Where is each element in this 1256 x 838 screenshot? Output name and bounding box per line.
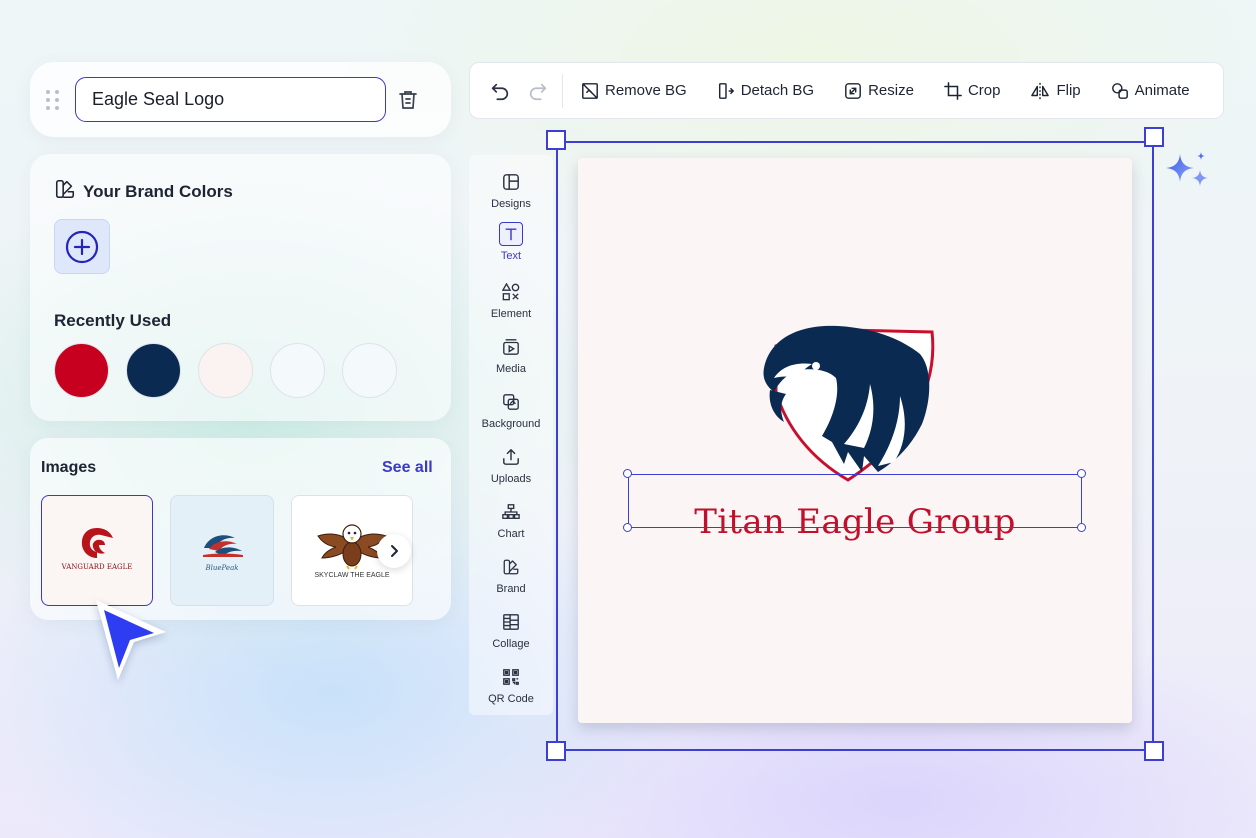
ai-sparkle-icon[interactable]: [1164, 150, 1212, 194]
mouse-cursor-icon: [96, 600, 166, 680]
brand-colors-heading: Your Brand Colors: [54, 178, 233, 205]
rail-item-chart[interactable]: Chart: [469, 500, 553, 540]
animate-button[interactable]: Animate: [1111, 82, 1190, 100]
toolbar-divider: [562, 73, 563, 108]
layout-icon: [499, 170, 523, 194]
image-thumbnail-bluepeak[interactable]: BluePeak: [170, 495, 274, 606]
rail-item-text[interactable]: Text: [469, 222, 553, 262]
undo-icon[interactable]: [488, 79, 512, 103]
rail-item-collage[interactable]: Collage: [469, 610, 553, 650]
rail-item-designs[interactable]: Designs: [469, 170, 553, 210]
drag-handle-icon[interactable]: [46, 90, 60, 110]
rail-item-media[interactable]: Media: [469, 335, 553, 375]
rail-item-brand[interactable]: Brand: [469, 555, 553, 595]
toolbar: Remove BG Detach BG Resize Crop Flip Ani…: [469, 62, 1224, 119]
brand-colors-panel: Your Brand Colors Recently Used: [30, 154, 451, 421]
thumbnail-caption: BluePeak: [205, 564, 239, 572]
resize-handle-top-left[interactable]: [546, 130, 566, 150]
redo-icon[interactable]: [526, 79, 550, 103]
text-icon: [499, 222, 523, 246]
brand-colors-title: Your Brand Colors: [83, 181, 233, 201]
flip-icon: [1031, 82, 1050, 99]
brand-icon: [499, 555, 523, 579]
tool-rail: Designs Text Element Media Background Up…: [469, 155, 553, 715]
color-swatch[interactable]: [342, 343, 397, 398]
images-title: Images: [41, 459, 97, 476]
resize-button[interactable]: Resize: [844, 82, 914, 100]
images-next-button[interactable]: [377, 534, 411, 568]
project-name-input[interactable]: Eagle Seal Logo: [75, 77, 386, 122]
recently-used-title: Recently Used: [54, 311, 172, 330]
artboard-selection-frame: [556, 141, 1154, 751]
color-swatch[interactable]: [126, 343, 181, 398]
recent-swatches: [54, 343, 397, 398]
detach-bg-icon: [718, 82, 734, 99]
color-swatch[interactable]: [198, 343, 253, 398]
rail-item-qr-code[interactable]: QR Code: [469, 665, 553, 705]
trash-icon[interactable]: [396, 88, 420, 112]
remove-bg-button[interactable]: Remove BG: [581, 82, 687, 100]
see-all-link[interactable]: See all: [382, 459, 433, 477]
collage-icon: [499, 610, 523, 634]
background-icon: [499, 390, 523, 414]
crop-button[interactable]: Crop: [944, 81, 1000, 100]
crop-icon: [944, 81, 962, 100]
chevron-right-icon: [391, 545, 398, 557]
image-thumbnail-vanguard-eagle[interactable]: VANGUARD EAGLE: [41, 495, 153, 606]
upload-icon: [499, 445, 523, 469]
color-swatch[interactable]: [54, 343, 109, 398]
shapes-icon: [499, 280, 523, 304]
detach-bg-button[interactable]: Detach BG: [717, 82, 814, 100]
resize-handle-bottom-left[interactable]: [546, 741, 566, 761]
remove-bg-icon: [582, 82, 598, 99]
qr-code-icon: [499, 665, 523, 689]
project-name-card: Eagle Seal Logo: [30, 62, 451, 137]
brand-palette-icon: [54, 178, 76, 205]
flip-button[interactable]: Flip: [1030, 82, 1081, 100]
chart-icon: [499, 500, 523, 524]
resize-icon: [845, 82, 861, 99]
wave-logo-icon: [203, 535, 243, 557]
rail-item-uploads[interactable]: Uploads: [469, 445, 553, 485]
resize-handle-bottom-right[interactable]: [1144, 741, 1164, 761]
media-icon: [499, 335, 523, 359]
resize-handle-top-right[interactable]: [1144, 127, 1164, 147]
rail-item-background[interactable]: Background: [469, 390, 553, 430]
color-swatch[interactable]: [270, 343, 325, 398]
plus-circle-icon: [65, 230, 99, 263]
thumbnail-caption: VANGUARD EAGLE: [61, 563, 133, 571]
animate-icon: [1111, 82, 1128, 99]
thumbnail-caption: SKYCLAW THE EAGLE: [314, 572, 390, 579]
red-eagle-logo-icon: [81, 528, 113, 558]
rail-item-element[interactable]: Element: [469, 280, 553, 320]
add-brand-color-button[interactable]: [54, 219, 110, 274]
